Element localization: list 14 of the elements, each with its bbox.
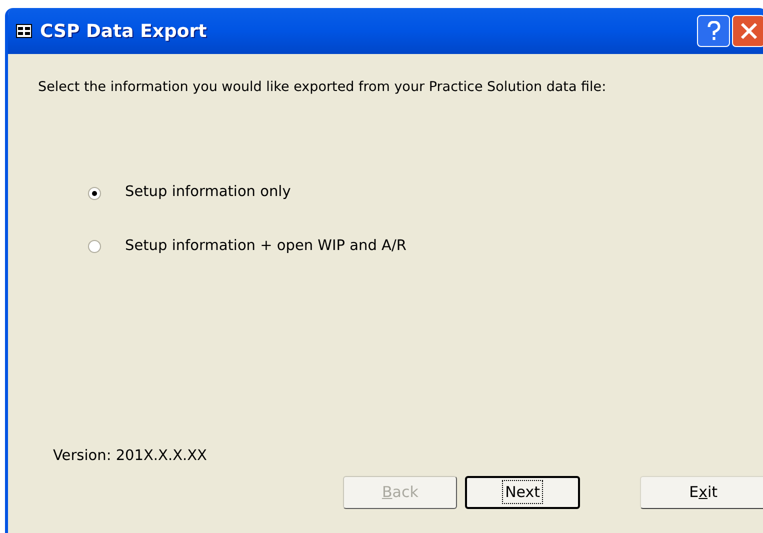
close-button[interactable] [732, 15, 763, 47]
window-title: CSP Data Export [40, 20, 207, 44]
next-button[interactable]: Next [465, 476, 580, 508]
option-label: Setup information only [125, 183, 291, 202]
exit-button[interactable]: Exit [640, 476, 763, 508]
help-button[interactable] [697, 15, 730, 47]
version-text: Version: 201X.X.X.XX [53, 446, 207, 466]
instruction-text: Select the information you would like exported from your Practice Solution data file: [38, 78, 606, 97]
radio-button[interactable] [88, 240, 101, 254]
close-icon [740, 22, 758, 40]
radio-button[interactable] [88, 186, 101, 200]
option-label: Setup information + open WIP and A/R [125, 237, 406, 256]
help-icon [706, 21, 720, 41]
form-icon [16, 24, 32, 38]
